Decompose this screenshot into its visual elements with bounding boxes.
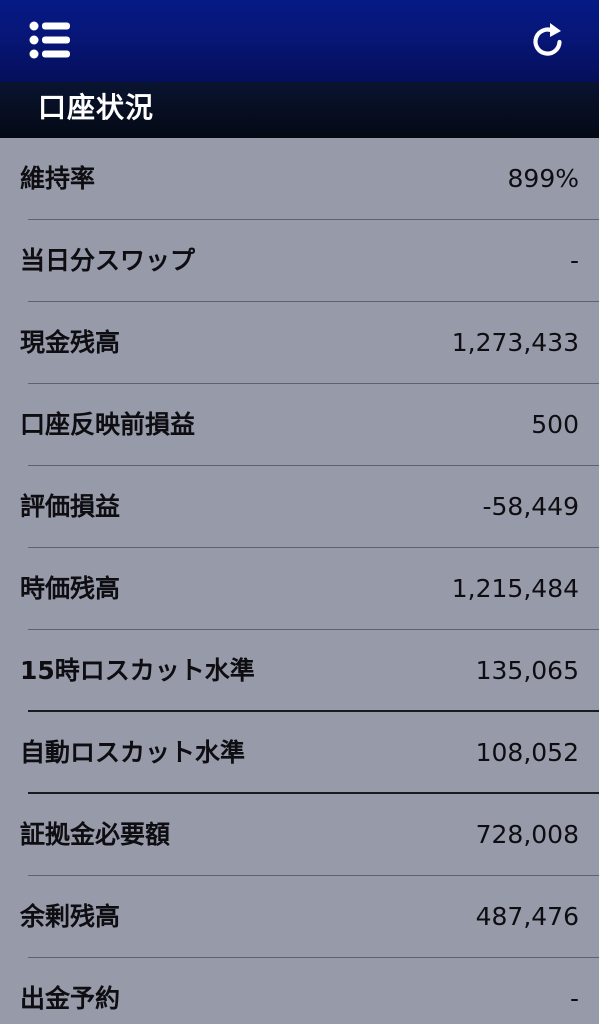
title-bar: 口座状況 [0,82,599,138]
row-value: 1,215,484 [451,574,579,603]
row-label: 当日分スワップ [20,246,196,275]
navigation-bar [0,0,599,82]
row-label: 15時ロスカット水準 [20,656,255,685]
row-maintenance-rate[interactable]: 維持率 899% [0,138,599,220]
row-value: 135,065 [475,656,579,685]
row-required-margin[interactable]: 証拠金必要額 728,008 [0,794,599,876]
row-value: 500 [531,410,579,439]
row-auto-losscut-level[interactable]: 自動ロスカット水準 108,052 [0,712,599,794]
refresh-icon [533,23,562,56]
row-label: 口座反映前損益 [20,410,196,439]
row-value: - [569,984,579,1013]
row-value: 487,476 [475,902,579,931]
row-unrealized-pnl[interactable]: 評価損益 -58,449 [0,466,599,548]
row-daily-swap[interactable]: 当日分スワップ - [0,220,599,302]
row-label: 維持率 [20,164,96,193]
row-cash-balance[interactable]: 現金残高 1,273,433 [0,302,599,384]
row-3pm-losscut-level[interactable]: 15時ロスカット水準 135,065 [0,630,599,712]
row-value: 1,273,433 [451,328,579,357]
row-label: 余剰残高 [20,902,121,931]
row-label: 自動ロスカット水準 [20,738,246,767]
account-status-screen: 口座状況 維持率 899% 当日分スワップ - 現金残高 1,273,433 口… [0,0,599,1024]
row-withdrawal-reservation[interactable]: 出金予約 - [0,958,599,1024]
row-surplus-balance[interactable]: 余剰残高 487,476 [0,876,599,958]
row-value: -58,449 [482,492,580,521]
list-menu-icon [29,21,70,59]
row-label: 評価損益 [20,492,121,521]
row-label: 証拠金必要額 [20,820,171,849]
row-value: 899% [507,164,579,193]
page-title: 口座状況 [38,91,155,124]
account-summary-list: 維持率 899% 当日分スワップ - 現金残高 1,273,433 口座反映前損… [0,138,599,1024]
row-value: 108,052 [475,738,579,767]
row-label: 出金予約 [20,984,121,1013]
row-pending-pnl[interactable]: 口座反映前損益 500 [0,384,599,466]
row-label: 現金残高 [20,328,121,357]
row-value: - [569,246,579,275]
row-label: 時価残高 [20,574,121,603]
row-market-balance[interactable]: 時価残高 1,215,484 [0,548,599,630]
row-value: 728,008 [475,820,579,849]
menu-button[interactable] [28,20,74,60]
refresh-button[interactable] [526,20,570,60]
